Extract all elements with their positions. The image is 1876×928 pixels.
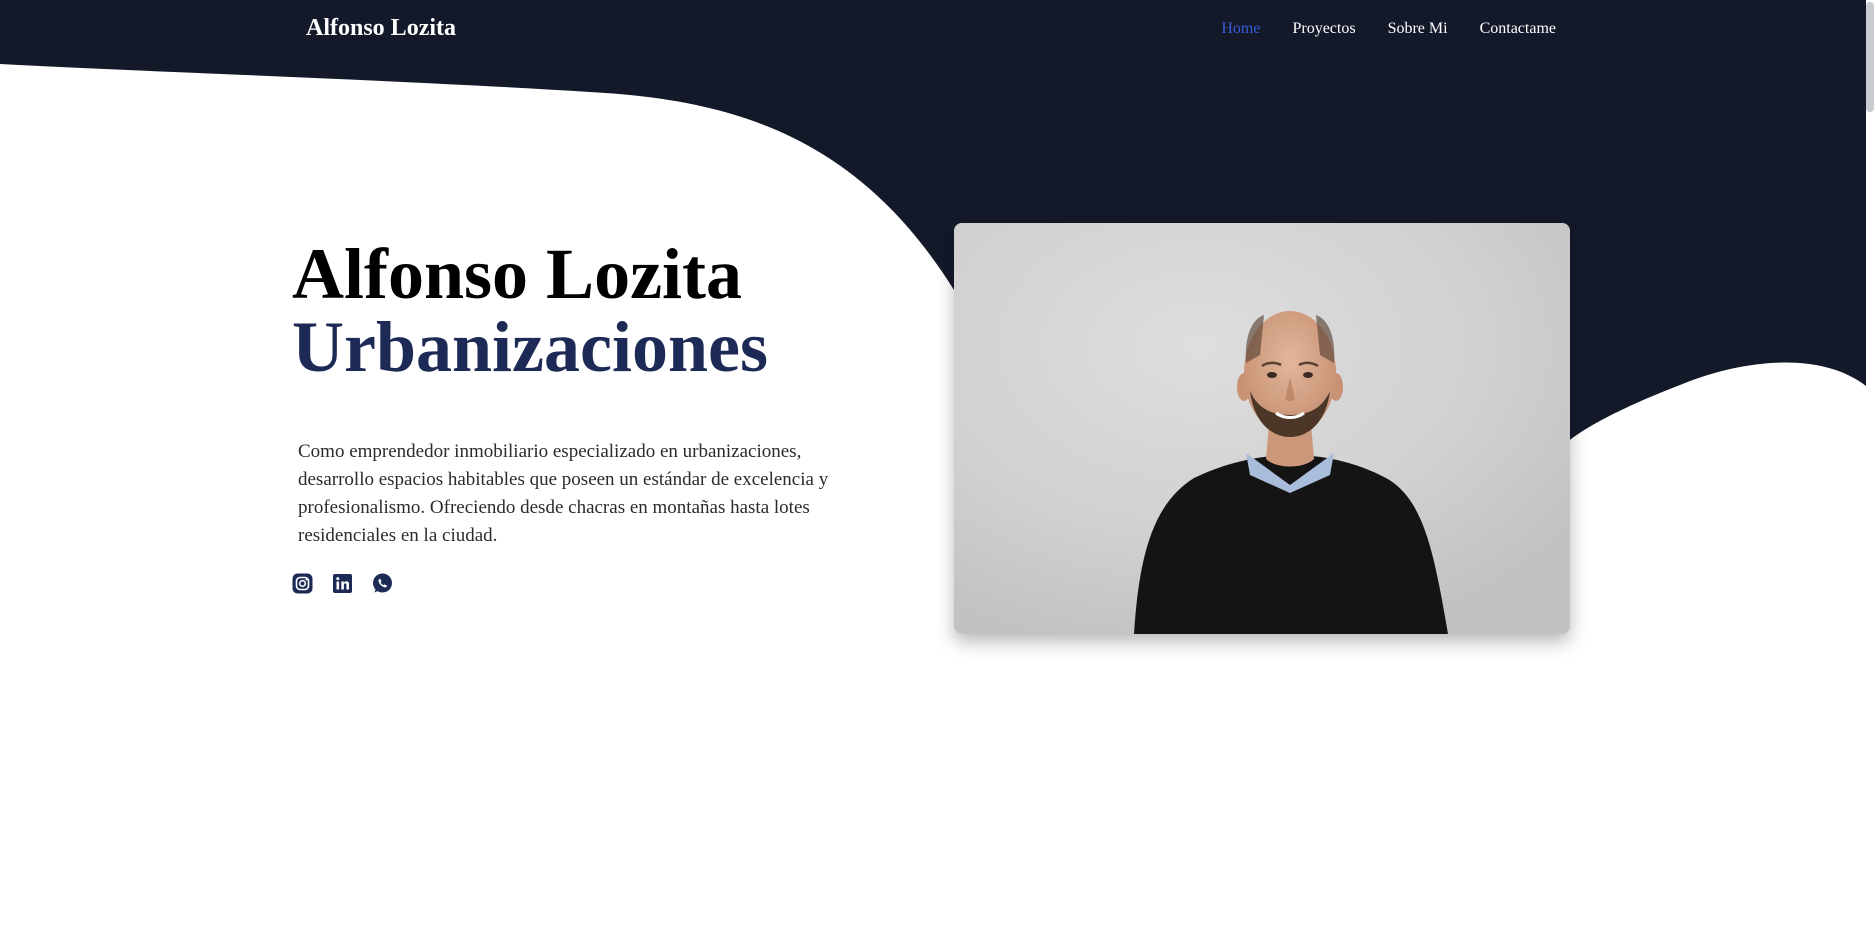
social-links [292,573,393,594]
background-wave [0,0,1866,440]
hero-title: Alfonso Lozita [292,234,742,314]
hero-subtitle: Urbanizaciones [292,307,768,387]
scrollbar-thumb[interactable] [1866,2,1874,112]
nav-link-proyectos[interactable]: Proyectos [1292,20,1355,38]
hero-heading: Alfonso Lozita Urbanizaciones [292,238,768,384]
nav-link-sobre-mi[interactable]: Sobre Mi [1388,20,1448,38]
page: Alfonso Lozita Home Proyectos Sobre Mi C… [0,0,1876,928]
whatsapp-icon[interactable] [372,573,393,594]
nav-links: Home Proyectos Sobre Mi Contactame [1221,20,1556,38]
nav-link-contactame[interactable]: Contactame [1480,20,1556,38]
nav-link-home[interactable]: Home [1221,20,1260,38]
profile-photo [954,223,1570,634]
navbar: Alfonso Lozita Home Proyectos Sobre Mi C… [0,0,1876,62]
instagram-icon[interactable] [292,573,313,594]
hero-description: Como emprendedor inmobiliario especializ… [298,441,829,546]
linkedin-icon[interactable] [332,573,353,594]
brand-logo[interactable]: Alfonso Lozita [306,15,456,42]
